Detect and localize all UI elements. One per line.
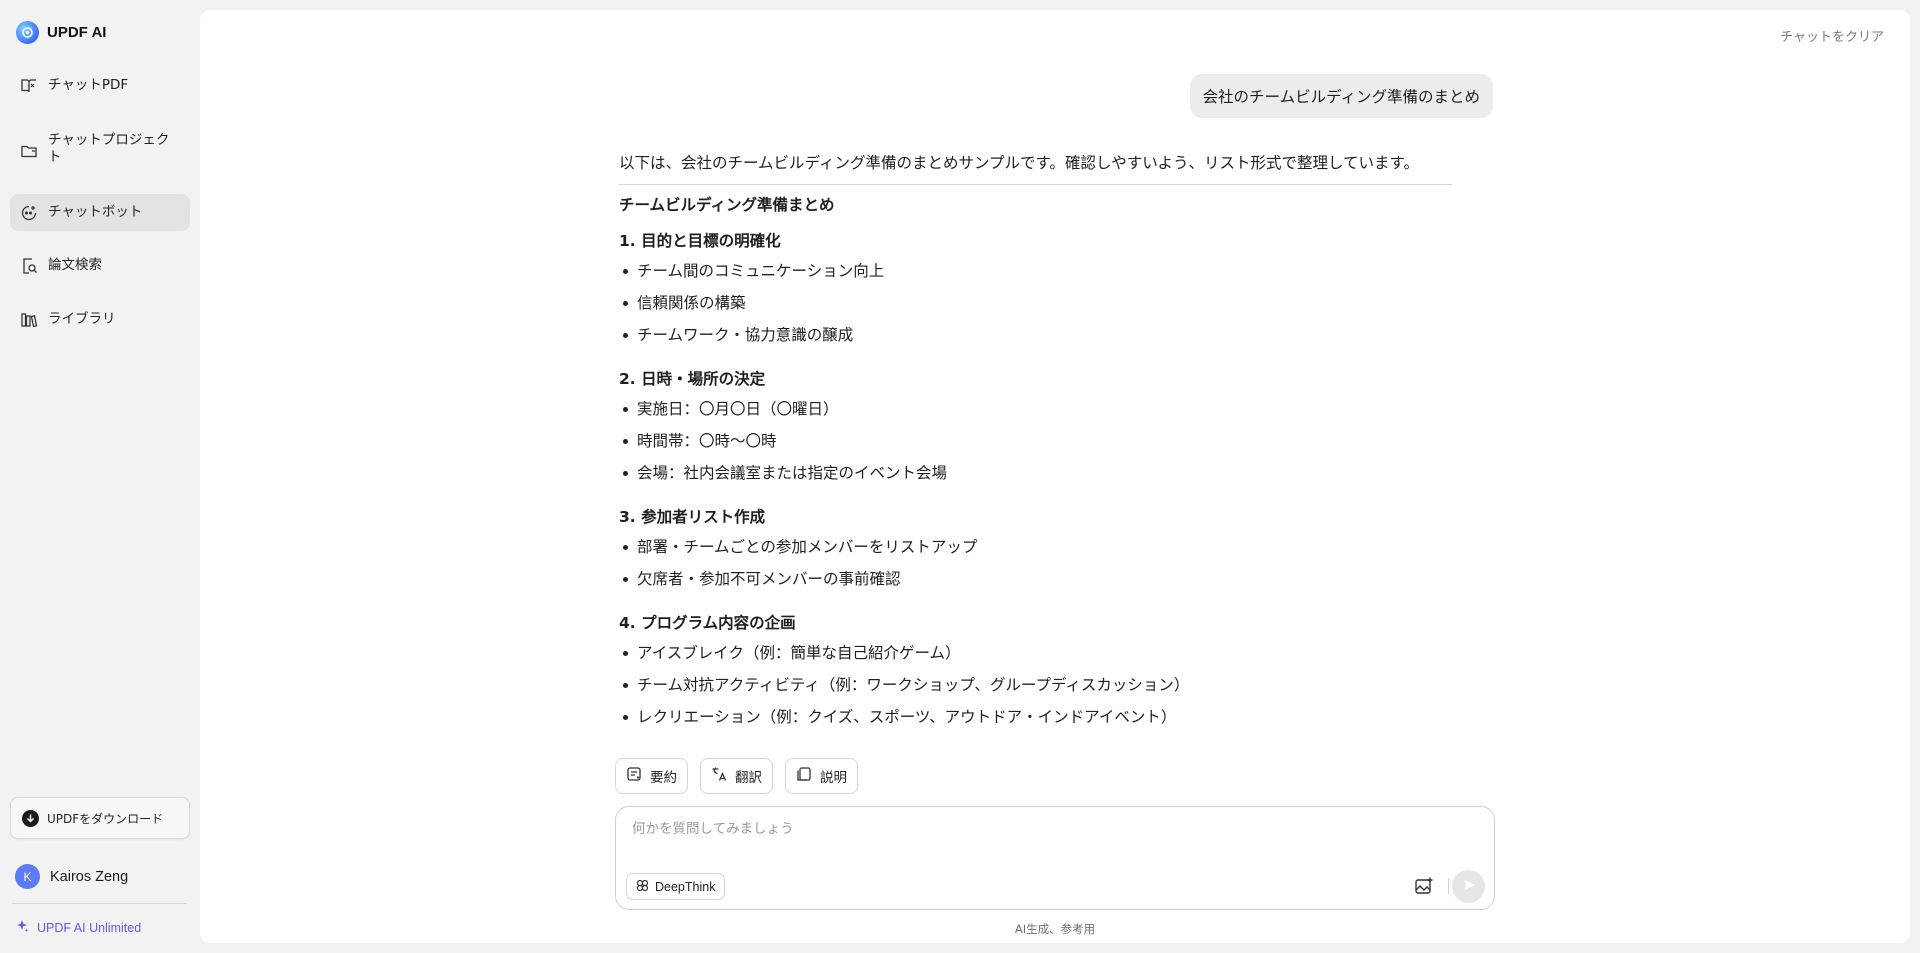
sparkle-icon [15,918,29,937]
sidebar-item-label: チャットプロジェクト [48,132,170,165]
sidebar-item-label: チャットボット [48,204,143,220]
summary-icon [626,766,642,786]
deepthink-icon [636,879,649,895]
bullet-list: アイスブレイク（例：簡単な自己紹介ゲーム） チーム対抗アクティビティ（例：ワーク… [619,640,1452,736]
brand[interactable]: UPDF AI [16,21,106,44]
library-icon [20,311,38,329]
explain-icon [796,766,812,786]
answer-divider [619,184,1452,185]
book-icon [20,77,38,95]
list-item: 欠席者・参加不可メンバーの事前確認 [619,566,1452,598]
explain-label: 説明 [820,770,847,786]
answer-section: 1. 目的と目標の明確化 チーム間のコミュニケーション向上 信頼関係の構築 チー… [619,230,1452,354]
deepthink-toggle[interactable]: DeepThink [626,873,726,900]
folder-icon [20,142,38,160]
image-upload-icon[interactable] [1413,875,1435,897]
sidebar-item-chat-project[interactable]: チャットプロジェクト [10,132,190,166]
app-window: UPDF AI チャットPDF チャットプロジェクト チャットボット 論文検索 … [0,0,1920,953]
sidebar-divider [12,903,187,904]
send-button[interactable] [1452,870,1485,903]
section-heading: 2. 日時・場所の決定 [619,370,766,388]
avatar: K [15,864,40,889]
ai-answer: 以下は、会社のチームビルディング準備のまとめサンプルです。確認しやすいよう、リス… [619,152,1452,736]
clear-chat-button[interactable]: チャットをクリア [1780,26,1884,45]
sidebar-item-label: 論文検索 [48,257,102,273]
sidebar-item-paper-search[interactable]: 論文検索 [10,257,190,275]
sidebar-item-label: ライブラリ [48,311,116,327]
answer-title: チームビルディング準備まとめ [619,196,835,214]
updf-logo-icon [16,21,39,44]
download-updf-button[interactable]: UPDFをダウンロード [10,797,190,839]
sidebar-item-chatbot[interactable]: チャットボット [10,194,190,231]
user-name: Kairos Zeng [50,868,129,885]
chat-composer: DeepThink [615,806,1495,910]
answer-intro: 以下は、会社のチームビルディング準備のまとめサンプルです。確認しやすいよう、リス… [619,154,1419,172]
bullet-list: チーム間のコミュニケーション向上 信頼関係の構築 チームワーク・協力意識の醸成 [619,258,1452,354]
deepthink-label: DeepThink [655,879,716,894]
brand-name: UPDF AI [47,24,107,41]
paper-search-icon [20,257,38,275]
list-item: 会場：社内会議室または指定のイベント会場 [619,460,1452,492]
chatbot-icon [20,204,38,222]
list-item: 実施日：〇月〇日（〇曜日） [619,396,1452,428]
section-heading: 4. プログラム内容の企画 [619,614,796,632]
plan-label: UPDF AI Unlimited [37,920,142,935]
answer-section: 2. 日時・場所の決定 実施日：〇月〇日（〇曜日） 時間帯：〇時～〇時 会場：社… [619,368,1452,492]
download-label: UPDFをダウンロード [47,811,164,826]
chat-input[interactable] [632,821,1452,837]
sidebar-item-library[interactable]: ライブラリ [10,311,190,329]
sidebar-item-chat-pdf[interactable]: チャットPDF [10,77,190,95]
explain-button[interactable]: 説明 [785,758,858,794]
list-item: チーム対抗アクティビティ（例：ワークショップ、グループディスカッション） [619,672,1452,704]
summarize-label: 要約 [650,770,677,786]
bullet-list: 実施日：〇月〇日（〇曜日） 時間帯：〇時～〇時 会場：社内会議室または指定のイベ… [619,396,1452,492]
plan-link[interactable]: UPDF AI Unlimited [15,918,141,937]
section-heading: 1. 目的と目標の明確化 [619,232,781,250]
translate-icon [711,766,727,786]
answer-section: 4. プログラム内容の企画 アイスブレイク（例：簡単な自己紹介ゲーム） チーム対… [619,612,1452,736]
ai-disclaimer: AI生成、参考用 [1014,922,1096,936]
list-item: レクリエーション（例：クイズ、スポーツ、アウトドア・インドアイベント） [619,704,1452,736]
answer-section: 3. 参加者リスト作成 部署・チームごとの参加メンバーをリストアップ 欠席者・参… [619,506,1452,598]
summarize-button[interactable]: 要約 [615,758,688,794]
sidebar: UPDF AI チャットPDF チャットプロジェクト チャットボット 論文検索 … [0,0,200,953]
translate-label: 翻訳 [735,770,762,786]
user-message-text: 会社のチームビルディング準備のまとめ [1202,88,1480,106]
section-heading: 3. 参加者リスト作成 [619,508,766,526]
list-item: チームワーク・協力意識の醸成 [619,322,1452,354]
answer-actions: 要約 翻訳 説明 [615,758,858,794]
composer-separator [1448,878,1449,894]
translate-button[interactable]: 翻訳 [700,758,773,794]
sidebar-item-label: チャットPDF [48,77,129,93]
bullet-list: 部署・チームごとの参加メンバーをリストアップ 欠席者・参加不可メンバーの事前確認 [619,534,1452,598]
list-item: 信頼関係の構築 [619,290,1452,322]
user-message-bubble: 会社のチームビルディング準備のまとめ [1189,74,1493,118]
user-profile[interactable]: K Kairos Zeng [15,864,128,889]
list-item: チーム間のコミュニケーション向上 [619,258,1452,290]
list-item: 部署・チームごとの参加メンバーをリストアップ [619,534,1452,566]
list-item: アイスブレイク（例：簡単な自己紹介ゲーム） [619,640,1452,672]
list-item: 時間帯：〇時～〇時 [619,428,1452,460]
send-icon [1462,877,1476,896]
chat-panel: チャットをクリア 会社のチームビルディング準備のまとめ 以下は、会社のチームビル… [200,10,1910,943]
download-icon [22,809,39,827]
